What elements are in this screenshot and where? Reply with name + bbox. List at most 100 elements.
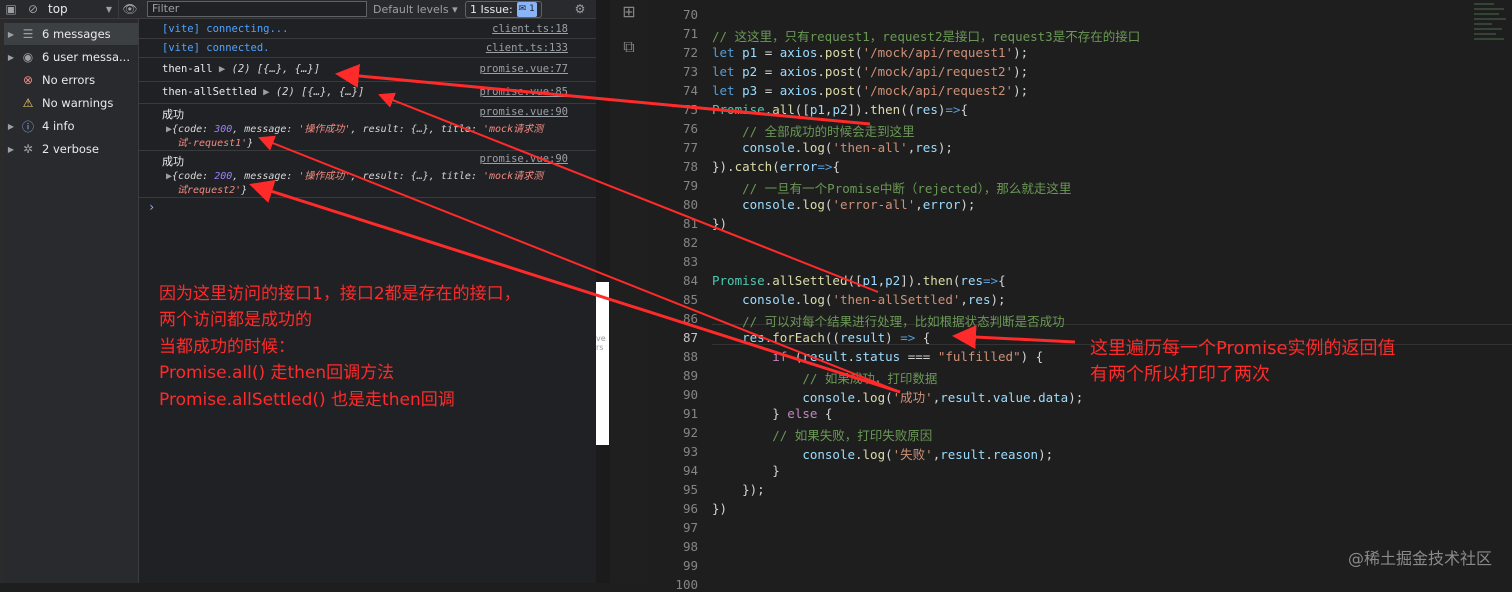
code-line-78[interactable]: }).catch(error=>{ xyxy=(712,159,840,174)
code-line-73[interactable]: let p2 = axios.post('/mock/api/request2'… xyxy=(712,64,1028,79)
line-number: 99 xyxy=(682,558,698,573)
line-number: 84 xyxy=(682,273,698,288)
code-line-84[interactable]: Promise.allSettled([p1,p2]).then(res=>{ xyxy=(712,273,1006,288)
sidebar-item-info[interactable]: ▶ ⓘ 4 info xyxy=(4,115,138,137)
source-link[interactable]: promise.vue:77 xyxy=(479,63,568,75)
sidebar-item-messages[interactable]: ▶ ☰ 6 messages xyxy=(4,23,138,45)
sidebar-item-label: 6 messages xyxy=(42,27,111,41)
page-preview-sliver: ve rs xyxy=(596,282,609,445)
console-message: 成功 promise.vue:90 ▶{code: 200, message: … xyxy=(139,150,596,198)
code-line-75[interactable]: Promise.all([p1,p2]).then((res)=>{ xyxy=(712,102,968,117)
annotation-line: 两个访问都是成功的 xyxy=(159,310,312,330)
line-number: 70 xyxy=(682,7,698,22)
line-number: 78 xyxy=(682,159,698,174)
line-number: 94 xyxy=(682,463,698,478)
source-link[interactable]: client.ts:18 xyxy=(492,23,568,35)
source-link[interactable]: promise.vue:90 xyxy=(479,106,568,118)
context-select[interactable]: top ▼ xyxy=(48,0,119,18)
annotation-line: 这里遍历每一个Promise实例的返回值 xyxy=(1090,338,1396,359)
sidebar-item-verbose[interactable]: ▶ ✲ 2 verbose xyxy=(4,138,138,160)
code-line-92[interactable]: // 如果失败，打印失败原因 xyxy=(712,425,932,444)
remote-explorer-icon[interactable]: ⧉ xyxy=(618,36,640,58)
annotation-line: 当都成功的时候： xyxy=(159,337,295,357)
chevron-down-icon: ▼ xyxy=(105,4,112,14)
line-number: 71 xyxy=(682,26,698,41)
expand-arrow-icon[interactable]: ▶ xyxy=(219,63,225,75)
log-value[interactable]: (2) [{…}, {…}] xyxy=(276,86,365,98)
code-line-89[interactable]: // 如果成功，打印数据 xyxy=(712,368,937,387)
line-number: 87 xyxy=(682,330,698,345)
extensions-icon[interactable]: ⊞ xyxy=(618,0,640,22)
line-number: 88 xyxy=(682,349,698,364)
code-line-90[interactable]: console.log('成功',result.value.data); xyxy=(712,387,1083,406)
console-message: [vite] connecting... client.ts:18 xyxy=(139,19,596,39)
code-line-86[interactable]: // 可以对每个结果进行处理，比如根据状态判断是否成功 xyxy=(712,311,1065,330)
code-line-71[interactable]: // 这这里，只有request1，request2是接口，request3是不… xyxy=(712,26,1140,45)
expand-arrow-icon[interactable]: ▶ xyxy=(263,86,269,98)
console-message: then-allSettled ▶ (2) [{…}, {…}] promise… xyxy=(139,81,596,104)
code-line-91[interactable]: } else { xyxy=(712,406,832,421)
sidebar-toggle-icon[interactable]: ▣ xyxy=(0,0,22,18)
issues-badge: ✉ 1 xyxy=(516,1,537,17)
chevron-down-icon: ▾ xyxy=(452,2,458,16)
code-line-79[interactable]: // 一旦有一个Promise中断（rejected），那么就走这里 xyxy=(712,178,1071,197)
sidebar-item-errors[interactable]: ⊗ No errors xyxy=(4,69,138,91)
code-line-74[interactable]: let p3 = axios.post('/mock/api/request2'… xyxy=(712,83,1028,98)
minimap[interactable] xyxy=(1472,0,1512,80)
source-link[interactable]: promise.vue:85 xyxy=(479,86,568,98)
line-number: 93 xyxy=(682,444,698,459)
line-number: 83 xyxy=(682,254,698,269)
console-prompt[interactable]: › xyxy=(148,200,155,214)
annotation-line: Promise.all() 走then回调方法 xyxy=(159,363,395,383)
line-number: 73 xyxy=(682,64,698,79)
sidebar-item-warnings[interactable]: ⚠ No warnings xyxy=(4,92,138,114)
code-line-80[interactable]: console.log('error-all',error); xyxy=(712,197,975,212)
code-line-72[interactable]: let p1 = axios.post('/mock/api/request1'… xyxy=(712,45,1028,60)
log-object[interactable]: ▶{code: 200, message: '操作成功', result: {…… xyxy=(166,167,543,182)
code-editor: ⊞ ⧉ 70 71 72 73 74 75 76 77 78 79 80 81 82 83 84 85 86 87… xyxy=(610,0,1512,592)
line-number-gutter: 70 71 72 73 74 75 76 77 78 79 80 81 82 83 84 85 86 87 88 89… xyxy=(648,0,698,592)
line-number: 85 xyxy=(682,292,698,307)
expand-arrow-icon: ▶ xyxy=(7,121,15,131)
sidebar-item-label: No warnings xyxy=(42,96,114,110)
bug-icon: ✲ xyxy=(22,142,34,156)
log-label: then-all xyxy=(162,63,213,75)
line-number: 91 xyxy=(682,406,698,421)
code-line-94[interactable]: } xyxy=(712,463,780,478)
console-message: 成功 promise.vue:90 ▶{code: 300, message: … xyxy=(139,103,596,151)
code-line-81[interactable]: }) xyxy=(712,216,727,231)
line-number: 81 xyxy=(682,216,698,231)
devtools-panel: ▣ ⊘ top ▼ 👁 Filter Default levels ▾ 1 Is… xyxy=(0,0,596,583)
line-number: 75 xyxy=(682,102,698,117)
levels-dropdown[interactable]: Default levels ▾ xyxy=(373,3,459,16)
log-object[interactable]: ▶{code: 300, message: '操作成功', result: {…… xyxy=(166,120,543,135)
source-link[interactable]: promise.vue:90 xyxy=(479,153,568,165)
source-link[interactable]: client.ts:133 xyxy=(486,42,568,54)
eye-icon[interactable]: 👁 xyxy=(119,0,141,18)
log-value[interactable]: (2) [{…}, {…}] xyxy=(232,63,321,75)
console-sidebar: ▶ ☰ 6 messages ▶ ◉ 6 user messa... ⊗ No … xyxy=(4,19,139,583)
gear-icon[interactable]: ⚙ xyxy=(570,0,590,18)
issues-count: 1 xyxy=(529,3,535,14)
console-message-text: [vite] connected. xyxy=(162,42,270,54)
code-line-95[interactable]: }); xyxy=(712,482,765,497)
console-message: then-all ▶ (2) [{…}, {…}] promise.vue:77 xyxy=(139,57,596,82)
code-line-76[interactable]: // 全部成功的时候会走到这里 xyxy=(712,121,915,140)
sidebar-item-label: 6 user messa... xyxy=(42,50,130,64)
sidebar-item-user-messages[interactable]: ▶ ◉ 6 user messa... xyxy=(4,46,138,68)
sidebar-item-label: No errors xyxy=(42,73,96,87)
preview-text: ve rs xyxy=(596,334,606,352)
list-icon: ☰ xyxy=(22,27,34,41)
expand-arrow-icon: ▶ xyxy=(7,52,15,62)
filter-input[interactable]: Filter xyxy=(147,1,367,17)
code-line-88[interactable]: if (result.status === "fulfilled") { xyxy=(712,349,1043,364)
code-line-87[interactable]: res.forEach((result) => { xyxy=(712,330,930,345)
code-line-77[interactable]: console.log('then-all',res); xyxy=(712,140,953,155)
issues-button[interactable]: 1 Issue: ✉ 1 xyxy=(465,0,542,18)
sidebar-item-label: 4 info xyxy=(42,119,75,133)
code-line-93[interactable]: console.log('失败',result.reason); xyxy=(712,444,1053,463)
code-line-96[interactable]: }) xyxy=(712,501,727,516)
code-line-85[interactable]: console.log('then-allSettled',res); xyxy=(712,292,1005,307)
line-number: 86 xyxy=(682,311,698,326)
clear-console-icon[interactable]: ⊘ xyxy=(22,0,44,18)
